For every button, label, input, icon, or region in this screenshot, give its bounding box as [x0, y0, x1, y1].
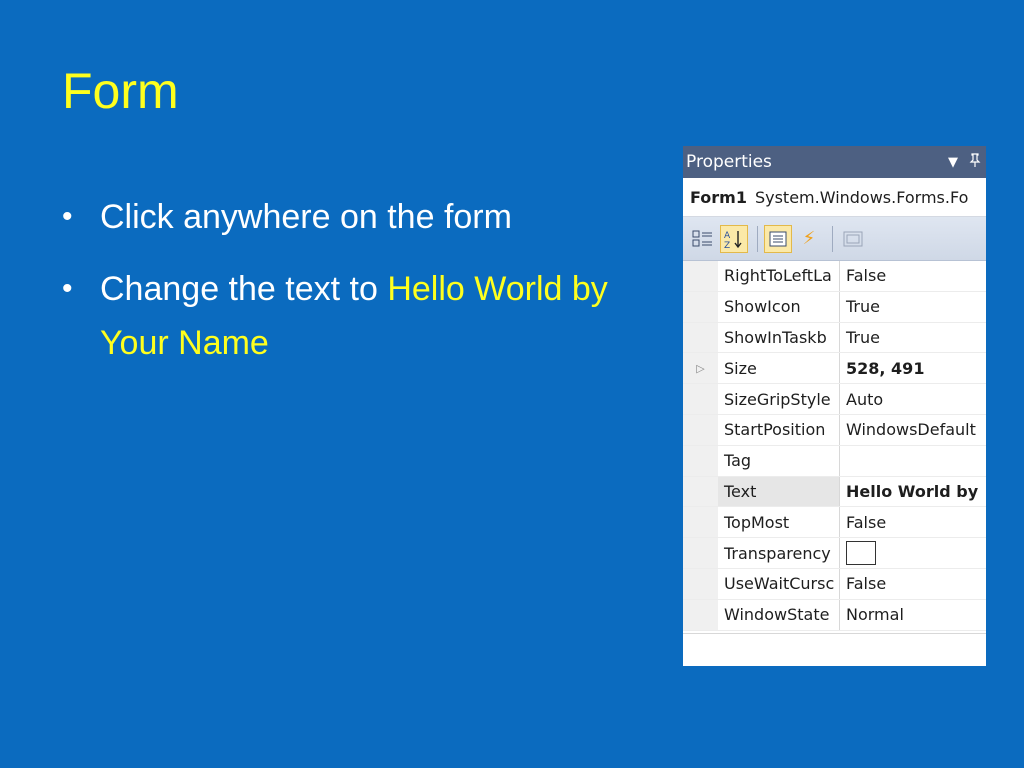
- property-name[interactable]: Text: [718, 476, 840, 507]
- property-row[interactable]: SizeGripStyle Auto: [683, 384, 986, 415]
- property-row[interactable]: Tag: [683, 445, 986, 477]
- row-gutter: [683, 322, 718, 353]
- alphabetical-icon[interactable]: AZ: [720, 224, 748, 253]
- property-name[interactable]: RightToLeftLa: [718, 261, 840, 291]
- svg-text:A: A: [724, 231, 731, 241]
- properties-titlebar[interactable]: Properties ▼: [683, 146, 986, 178]
- property-name[interactable]: ShowIcon: [718, 291, 840, 322]
- property-value[interactable]: [840, 538, 986, 568]
- bullet-list: • Click anywhere on the form • Change th…: [62, 190, 622, 388]
- bullet-item: • Click anywhere on the form: [62, 190, 622, 244]
- expand-arrow-icon[interactable]: ▷: [683, 353, 718, 384]
- row-gutter: [683, 476, 718, 507]
- property-name[interactable]: UseWaitCursc: [718, 568, 840, 599]
- object-type: System.Windows.Forms.Fo: [754, 187, 969, 207]
- property-name[interactable]: ShowInTaskb: [718, 322, 840, 353]
- property-value[interactable]: False: [840, 261, 986, 291]
- property-pages-icon[interactable]: [839, 225, 867, 253]
- object-selector[interactable]: Form1 System.Windows.Forms.Fo: [683, 178, 986, 217]
- properties-panel: Properties ▼ Form1 System.Windows.Forms.…: [683, 146, 986, 666]
- description-area: [683, 633, 986, 666]
- row-gutter: [683, 384, 718, 414]
- property-row[interactable]: TopMost False: [683, 507, 986, 539]
- dropdown-arrow-icon[interactable]: ▼: [942, 155, 964, 170]
- property-grid: RightToLeftLa False ShowIcon True ShowInTask…: [683, 261, 986, 631]
- property-row[interactable]: ShowInTaskb True: [683, 322, 986, 354]
- bullet-text: Change the text to: [100, 270, 388, 308]
- property-row[interactable]: Transparency: [683, 538, 986, 569]
- property-value[interactable]: Hello World by: [840, 477, 986, 507]
- row-gutter: [683, 261, 718, 291]
- categorized-icon[interactable]: [689, 225, 717, 253]
- property-row[interactable]: RightToLeftLa False: [683, 261, 986, 292]
- row-gutter: [683, 445, 718, 476]
- property-row[interactable]: Text Hello World by: [683, 476, 986, 508]
- svg-text:Z: Z: [724, 241, 730, 250]
- property-name[interactable]: Tag: [718, 445, 840, 476]
- bullet-dot-icon: •: [62, 200, 73, 233]
- property-value[interactable]: False: [840, 507, 986, 537]
- row-gutter: [683, 414, 718, 445]
- property-name[interactable]: TopMost: [718, 507, 840, 538]
- properties-icon[interactable]: [764, 224, 792, 253]
- row-gutter: [683, 507, 718, 538]
- property-row[interactable]: ▷ Size 528, 491: [683, 353, 986, 385]
- property-value[interactable]: Auto: [840, 384, 986, 414]
- property-value[interactable]: Normal: [840, 600, 986, 630]
- property-value[interactable]: 528, 491: [840, 353, 986, 383]
- pin-icon[interactable]: [964, 153, 986, 171]
- property-name[interactable]: WindowState: [718, 599, 840, 630]
- properties-toolbar: AZ ⚡: [683, 217, 986, 261]
- slide-title: Form: [62, 63, 179, 119]
- property-value[interactable]: True: [840, 323, 986, 353]
- toolbar-separator: [757, 225, 758, 252]
- bullet-text: Click anywhere on the form: [100, 198, 512, 236]
- property-value[interactable]: WindowsDefault: [840, 415, 986, 445]
- property-row[interactable]: UseWaitCursc False: [683, 568, 986, 600]
- properties-title: Properties: [686, 152, 772, 172]
- property-value[interactable]: True: [840, 292, 986, 322]
- row-gutter: [683, 538, 718, 568]
- toolbar-separator: [832, 225, 833, 252]
- bullet-item: • Change the text to Hello World by Your…: [62, 262, 622, 370]
- property-name[interactable]: Transparency: [718, 538, 840, 568]
- property-name[interactable]: Size: [718, 353, 840, 384]
- property-value[interactable]: False: [840, 569, 986, 599]
- property-row[interactable]: WindowState Normal: [683, 599, 986, 631]
- property-value[interactable]: [840, 446, 986, 476]
- property-row[interactable]: ShowIcon True: [683, 291, 986, 323]
- bullet-dot-icon: •: [62, 272, 73, 305]
- object-name: Form1: [690, 187, 747, 207]
- row-gutter: [683, 568, 718, 599]
- row-gutter: [683, 599, 718, 630]
- property-row[interactable]: StartPosition WindowsDefault: [683, 414, 986, 446]
- property-name[interactable]: StartPosition: [718, 414, 840, 445]
- property-name[interactable]: SizeGripStyle: [718, 384, 840, 414]
- row-gutter: [683, 291, 718, 322]
- color-swatch[interactable]: [846, 541, 876, 566]
- events-icon[interactable]: ⚡: [795, 225, 823, 253]
